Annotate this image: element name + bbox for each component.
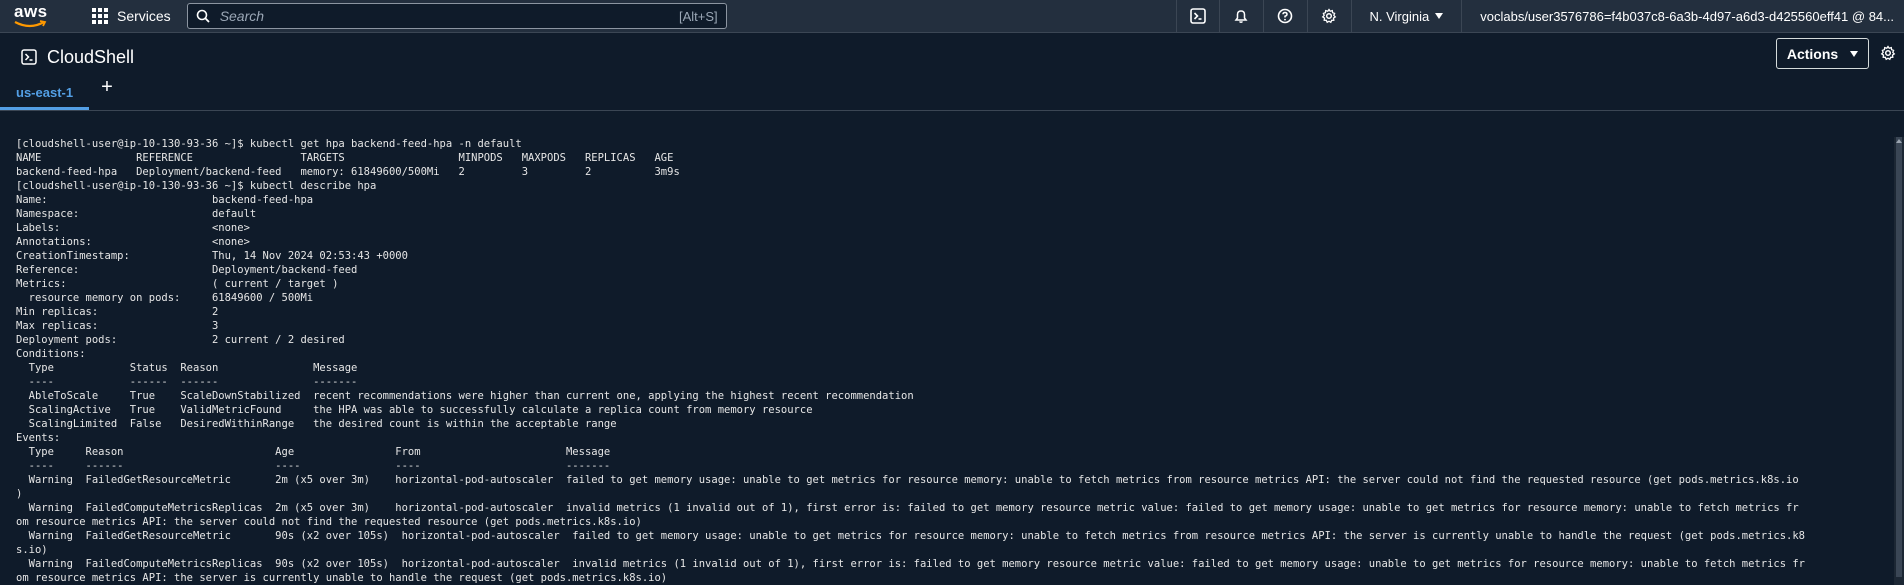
terminal-line: resource memory on pods: 61849600 / 500M… [16, 292, 314, 304]
top-navigation-bar: aws Services Search [Alt+S] N. Virginia … [0, 0, 1904, 33]
services-grid-icon [92, 8, 108, 24]
cloudshell-nav-button[interactable] [1175, 0, 1220, 33]
terminal-scrollbar[interactable] [1894, 137, 1904, 585]
terminal-line: ScalingLimited False DesiredWithinRange … [16, 418, 617, 430]
bell-icon [1234, 10, 1248, 23]
actions-label: Actions [1786, 45, 1839, 62]
terminal-line: Deployment pods: 2 current / 2 desired [16, 334, 345, 346]
page-title: CloudShell [21, 47, 134, 68]
aws-smile-icon [14, 20, 47, 28]
terminal-line: Max replicas: 3 [16, 320, 219, 332]
search-placeholder: Search [219, 8, 265, 24]
terminal-line: Name: backend-feed-hpa [16, 194, 314, 206]
terminal-line: Warning FailedComputeMetricsReplicas 90s… [16, 558, 1805, 570]
cloudshell-icon [1189, 8, 1206, 24]
terminal-line: Conditions: [16, 348, 86, 360]
terminal-line: s.io) [16, 544, 48, 556]
aws-logo[interactable]: aws [14, 0, 66, 33]
account-menu[interactable]: voclabs/user3576786=f4b037c8-6a3b-4d97-a… [1462, 0, 1904, 32]
tab-us-east-1[interactable]: us-east-1 [0, 77, 90, 110]
search-shortcut-hint: [Alt+S] [679, 8, 718, 24]
help-button[interactable] [1264, 0, 1308, 33]
plus-icon: + [101, 75, 113, 98]
terminal-line: ScalingActive True ValidMetricFound the … [16, 404, 813, 416]
scroll-up-arrow-icon[interactable] [1896, 139, 1902, 143]
region-label: N. Virginia [1369, 8, 1430, 24]
nav-right-group: N. Virginia voclabs/user3576786=f4b037c8… [1175, 0, 1904, 33]
terminal-output: [cloudshell-user@ip-10-130-93-36 ~]$ kub… [16, 137, 1884, 585]
gear-icon [1321, 8, 1337, 24]
region-selector[interactable]: N. Virginia [1352, 0, 1463, 32]
terminal-line: Type Status Reason Message [16, 362, 358, 374]
terminal-line: ---- ------ ------ ------- [16, 376, 358, 388]
terminal-line: Annotations: <none> [16, 236, 250, 248]
services-label: Services [117, 8, 171, 24]
add-tab-button[interactable]: + [101, 72, 113, 110]
page-title-text: CloudShell [47, 46, 135, 67]
terminal-line: [cloudshell-user@ip-10-130-93-36 ~]$ kub… [16, 138, 522, 150]
cloudshell-icon [21, 49, 37, 65]
cloudshell-header: CloudShell Actions [0, 38, 1904, 76]
terminal-line: Warning FailedGetResourceMetric 90s (x2 … [16, 530, 1805, 542]
terminal-line: backend-feed-hpa Deployment/backend-feed… [16, 166, 680, 178]
terminal-line: AbleToScale True ScaleDownStabilized rec… [16, 390, 914, 402]
chevron-down-icon [1435, 13, 1444, 19]
gear-icon [1880, 45, 1896, 61]
account-label: voclabs/user3576786=f4b037c8-6a3b-4d97-a… [1480, 8, 1894, 24]
terminal-line: [cloudshell-user@ip-10-130-93-36 ~]$ kub… [16, 180, 377, 192]
settings-nav-button[interactable] [1308, 0, 1352, 33]
terminal-line: om resource metrics API: the server is c… [16, 572, 668, 584]
services-menu-button[interactable]: Services [92, 8, 171, 24]
search-icon [196, 9, 210, 23]
terminal-line: Reference: Deployment/backend-feed [16, 264, 358, 276]
terminal-line: Labels: <none> [16, 222, 250, 234]
terminal-line: Type Reason Age From Message [16, 446, 611, 458]
chevron-down-icon [1850, 50, 1859, 57]
terminal-line: CreationTimestamp: Thu, 14 Nov 2024 02:5… [16, 250, 408, 262]
notifications-button[interactable] [1220, 0, 1264, 33]
terminal-line: ) [16, 488, 23, 500]
terminal-line: Warning FailedGetResourceMetric 2m (x5 o… [16, 474, 1799, 486]
aws-logo-text: aws [14, 2, 48, 21]
actions-button[interactable]: Actions [1776, 38, 1869, 69]
tab-label: us-east-1 [16, 84, 74, 100]
terminal-line: Warning FailedComputeMetricsReplicas 2m … [16, 502, 1799, 514]
help-icon [1277, 8, 1293, 24]
terminal-line: Events: [16, 432, 61, 444]
terminal-line: ---- ------ ---- ---- ------- [16, 460, 611, 472]
terminal-line: NAME REFERENCE TARGETS MINPODS MAXPODS R… [16, 152, 674, 164]
scrollbar-thumb[interactable] [1896, 137, 1902, 577]
search-input[interactable]: Search [Alt+S] [186, 3, 727, 29]
terminal-line: Namespace: default [16, 208, 257, 220]
terminal-line: Metrics: ( current / target ) [16, 278, 339, 290]
session-tabs: us-east-1 + [0, 76, 1904, 111]
terminal-pane[interactable]: [cloudshell-user@ip-10-130-93-36 ~]$ kub… [0, 125, 1904, 585]
cloudshell-settings-button[interactable] [1880, 45, 1896, 66]
terminal-line: om resource metrics API: the server coul… [16, 516, 642, 528]
terminal-line: Min replicas: 2 [16, 306, 219, 318]
